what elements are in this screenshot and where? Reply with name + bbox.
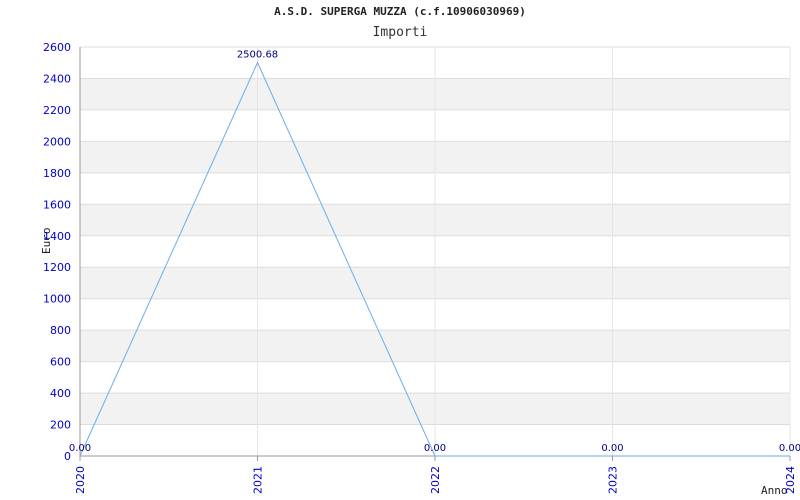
y-tick-label: 400 [50, 387, 71, 400]
y-tick-label: 1400 [43, 230, 71, 243]
x-tick-labels: 2020 2021 2022 2023 2024 [74, 466, 797, 494]
data-label: 0.00 [424, 443, 446, 454]
y-tick-label: 2000 [43, 135, 71, 148]
y-tick-label: 1200 [43, 261, 71, 274]
x-tick-label: 2022 [429, 466, 442, 494]
x-tick-label: 2021 [252, 466, 265, 494]
data-label: 2500.68 [237, 50, 278, 61]
x-tick-label: 2023 [607, 466, 620, 494]
y-tick-label: 2600 [43, 41, 71, 54]
x-tick-label: 2024 [784, 466, 797, 494]
y-tick-label: 200 [50, 419, 71, 432]
data-label: 0.00 [69, 443, 91, 454]
y-tick-label: 600 [50, 356, 71, 369]
data-label: 0.00 [601, 443, 623, 454]
y-tick-label: 2400 [43, 72, 71, 85]
y-tick-label: 2200 [43, 104, 71, 117]
y-tick-label: 1800 [43, 167, 71, 180]
data-label: 0.00 [779, 443, 800, 454]
x-tick-label: 2020 [74, 466, 87, 494]
line-chart: 0200400600800100012001400160018002000220… [43, 41, 800, 494]
y-tick-label: 1600 [43, 198, 71, 211]
y-tick-label: 800 [50, 324, 71, 337]
y-tick-label: 1000 [43, 293, 71, 306]
y-tick-labels: 0200400600800100012001400160018002000220… [43, 41, 71, 463]
